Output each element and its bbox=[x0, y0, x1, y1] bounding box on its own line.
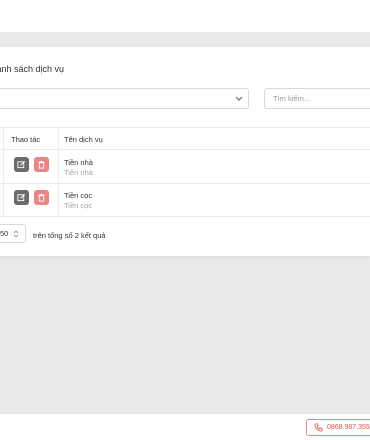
edit-button[interactable] bbox=[14, 157, 29, 172]
table-bottom-border bbox=[0, 216, 370, 217]
column-header-actions: Thao tác bbox=[11, 135, 41, 144]
service-subtitle: Tiền nhà bbox=[64, 168, 93, 177]
phone-number: 0868.987.355 bbox=[327, 424, 370, 431]
trash-icon bbox=[38, 160, 45, 169]
service-name: Tiền nhà bbox=[64, 158, 93, 167]
delete-button[interactable] bbox=[34, 190, 49, 205]
page-size-value: 50 bbox=[0, 229, 9, 238]
page-size-select[interactable]: 50 bbox=[0, 224, 26, 243]
services-card: Danh sách dịch vụ Thao tác Tên dịch vụ T… bbox=[0, 47, 370, 256]
card-title: Danh sách dịch vụ bbox=[0, 64, 65, 74]
table-col-divider bbox=[3, 127, 4, 216]
table-header-border bbox=[0, 149, 370, 150]
category-select[interactable] bbox=[0, 88, 249, 109]
chevron-down-icon bbox=[235, 96, 243, 101]
search-input[interactable] bbox=[264, 88, 370, 109]
edit-icon bbox=[17, 160, 26, 169]
up-down-arrows-icon bbox=[13, 230, 19, 238]
top-header-bar bbox=[0, 0, 370, 32]
table-col-divider bbox=[58, 127, 59, 216]
phone-button[interactable]: 0868.987.355 bbox=[306, 419, 370, 436]
footer-bar: 0868.987.355 bbox=[0, 413, 370, 440]
results-summary: trên tổng số 2 kết quả bbox=[33, 231, 106, 240]
edit-button[interactable] bbox=[14, 190, 29, 205]
table-row-border bbox=[0, 183, 370, 184]
service-name: Tiền cọc bbox=[64, 191, 93, 200]
trash-icon bbox=[38, 193, 45, 202]
phone-icon bbox=[314, 423, 323, 432]
column-header-service-name: Tên dịch vụ bbox=[64, 135, 103, 144]
delete-button[interactable] bbox=[34, 157, 49, 172]
table-top-border bbox=[0, 127, 370, 128]
service-subtitle: Tiền cọc bbox=[64, 201, 93, 210]
edit-icon bbox=[17, 193, 26, 202]
